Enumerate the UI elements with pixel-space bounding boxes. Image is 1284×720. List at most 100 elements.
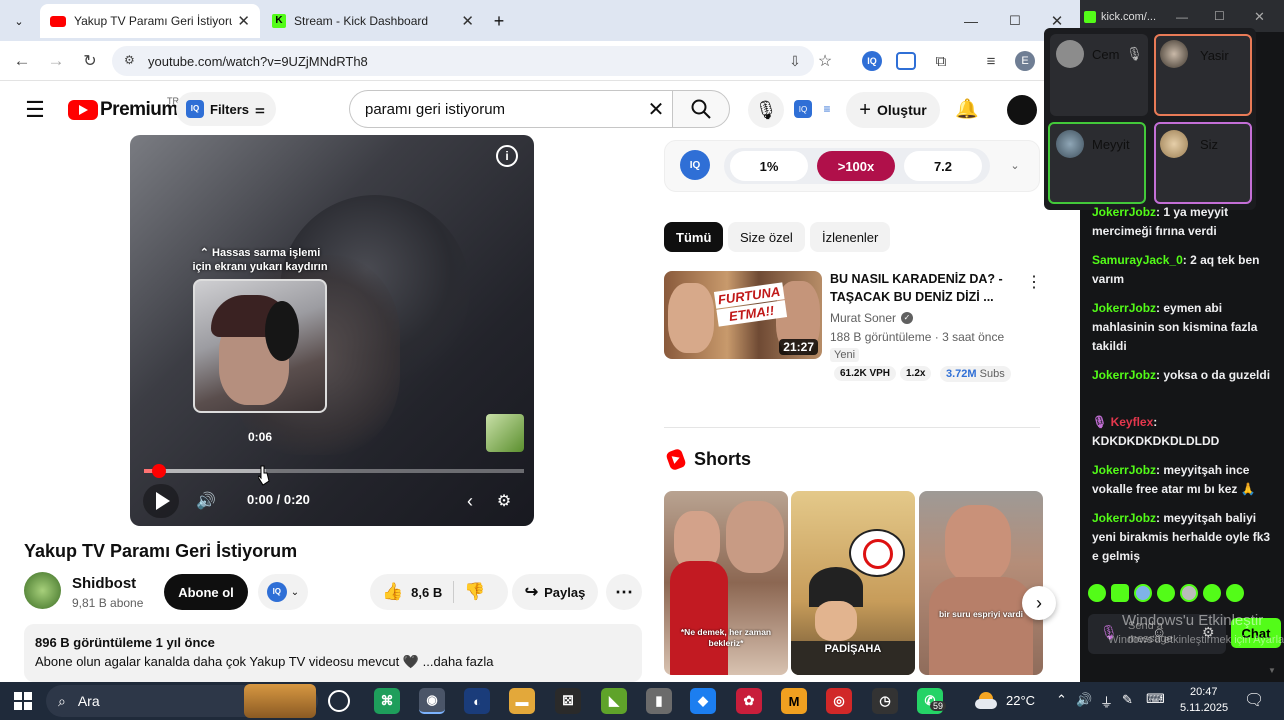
- clear-search-icon[interactable]: ✕: [644, 97, 668, 121]
- keyboard-icon[interactable]: ⌨: [1146, 691, 1165, 707]
- extension-screen-icon[interactable]: [896, 52, 916, 70]
- emote-icon[interactable]: [1226, 584, 1244, 602]
- create-button[interactable]: + Oluştur: [846, 92, 940, 128]
- volume-icon[interactable]: 🔊: [192, 488, 220, 514]
- chip-all[interactable]: Tümü: [664, 222, 724, 252]
- forward-arrow-icon[interactable]: →: [44, 50, 68, 72]
- volume-tray-icon[interactable]: 🔊: [1076, 692, 1092, 708]
- windows-start-icon[interactable]: [12, 691, 34, 711]
- short-item[interactable]: PADİŞAHA: [791, 491, 915, 675]
- bookmark-star-icon[interactable]: ☆: [814, 50, 836, 72]
- share-button[interactable]: ↪ Paylaş: [512, 574, 598, 610]
- subscribe-button[interactable]: Abone ol: [164, 574, 248, 610]
- tab-youtube[interactable]: Yakup TV Paramı Geri İstiyorum ✕: [40, 4, 260, 38]
- extension-iq-icon[interactable]: IQ: [862, 51, 882, 71]
- tray-chevron-icon[interactable]: ⌃: [1056, 692, 1067, 708]
- tab-search-chevron-icon[interactable]: ⌄: [8, 10, 30, 32]
- emote-icon[interactable]: [1157, 584, 1175, 602]
- emote-icon[interactable]: [1180, 584, 1198, 602]
- media-controls-icon[interactable]: ≡: [980, 50, 1002, 72]
- scroll-down-icon[interactable]: ▼: [1268, 666, 1276, 675]
- taskbar-chrome-icon[interactable]: ◉: [419, 688, 445, 714]
- cortana-icon[interactable]: [328, 690, 350, 712]
- popup-close-icon[interactable]: ✕: [1254, 9, 1265, 25]
- chevron-down-icon[interactable]: ⌄: [1006, 156, 1024, 174]
- notification-center-icon[interactable]: 🗨: [1244, 690, 1264, 710]
- taskbar-app-icon[interactable]: ◐: [464, 688, 490, 714]
- taskbar-app-icon[interactable]: ◎: [826, 688, 852, 714]
- clock-date[interactable]: 5.11.2025: [1180, 702, 1228, 714]
- popup-minimize-icon[interactable]: —: [1176, 10, 1188, 24]
- stat-pill-percent[interactable]: 1%: [730, 151, 808, 181]
- tab-close-icon[interactable]: ✕: [237, 12, 250, 30]
- info-icon[interactable]: i: [496, 145, 518, 167]
- taskbar-app-icon[interactable]: ◆: [690, 688, 716, 714]
- play-button[interactable]: [143, 484, 179, 518]
- iq-logo-icon[interactable]: IQ: [680, 150, 710, 180]
- voice-search-mic-icon[interactable]: 🎙: [748, 92, 784, 128]
- chip-watched[interactable]: İzlenenler: [810, 222, 891, 252]
- new-tab-icon[interactable]: +: [488, 10, 510, 32]
- description-box[interactable]: 896 B görüntüleme 1 yıl önce Abone olun …: [24, 624, 642, 682]
- iq-list-icon[interactable]: ≡: [818, 100, 836, 118]
- short-item[interactable]: *Ne demek, her zaman bekleriz*: [664, 491, 788, 675]
- caller-tile-yasir[interactable]: Yasir: [1154, 34, 1252, 116]
- back-arrow-icon[interactable]: ←: [10, 50, 34, 72]
- account-avatar[interactable]: [1007, 95, 1037, 125]
- rec-channel[interactable]: Murat Soner ✓: [830, 311, 914, 325]
- weather-icon[interactable]: [975, 690, 999, 712]
- short-item[interactable]: bir suru espriyi vardi: [919, 491, 1043, 675]
- chip-for-you[interactable]: Size özel: [728, 222, 805, 252]
- progress-bar[interactable]: [144, 469, 524, 473]
- tab-close-icon[interactable]: ✕: [461, 12, 474, 30]
- taskbar-app-icon[interactable]: ◷: [872, 688, 898, 714]
- stat-pill-score[interactable]: 7.2: [904, 151, 982, 181]
- iq-dropdown[interactable]: IQ ⌄: [258, 574, 308, 610]
- shorts-next-icon[interactable]: ›: [1022, 586, 1056, 620]
- popup-maximize-icon[interactable]: ☐: [1214, 9, 1225, 23]
- more-actions-icon[interactable]: ⋯: [606, 574, 642, 610]
- emote-icon[interactable]: [1111, 584, 1129, 602]
- taskbar-app-icon[interactable]: ⚄: [555, 688, 581, 714]
- taskbar-folder-icon[interactable]: ▬: [509, 688, 535, 714]
- taskbar-app-icon[interactable]: M: [781, 688, 807, 714]
- taskbar-app-icon[interactable]: ✿: [736, 688, 762, 714]
- caller-tile-cem[interactable]: Cem 🎙: [1050, 34, 1148, 116]
- reload-icon[interactable]: ↻: [78, 50, 102, 72]
- emote-icon[interactable]: [1203, 584, 1221, 602]
- caller-tile-self[interactable]: Siz: [1154, 122, 1252, 204]
- install-app-icon[interactable]: ⇩: [784, 50, 806, 72]
- taskbar-nvidia-icon[interactable]: ◣: [601, 688, 627, 714]
- profile-avatar[interactable]: E: [1015, 51, 1035, 71]
- rec-thumbnail[interactable]: FURTUNA ETMA!! 21:27: [664, 271, 822, 359]
- settings-gear-icon[interactable]: ⚙: [492, 488, 516, 514]
- taskbar-app-icon[interactable]: ⌘: [374, 688, 400, 714]
- extensions-puzzle-icon[interactable]: ⧉: [930, 50, 952, 72]
- youtube-logo-icon[interactable]: [68, 100, 98, 120]
- like-button[interactable]: 👍 8,6 B: [378, 574, 448, 610]
- search-input[interactable]: paramı geri istiyorum: [349, 90, 673, 128]
- iq-extension-icon[interactable]: IQ: [794, 100, 812, 118]
- hamburger-menu-icon[interactable]: ☰: [22, 97, 48, 123]
- filters-button[interactable]: IQ Filters ⚌: [176, 92, 276, 126]
- network-icon[interactable]: ⏚: [1100, 692, 1113, 711]
- stat-pill-outlier[interactable]: >100x: [817, 151, 895, 181]
- channel-name[interactable]: Shidbost: [72, 575, 136, 592]
- notifications-bell-icon[interactable]: 🔔: [954, 96, 980, 122]
- emote-icon[interactable]: [1134, 584, 1152, 602]
- window-minimize-icon[interactable]: —: [960, 10, 982, 32]
- thumbs-down-icon[interactable]: 👎: [460, 578, 490, 606]
- channel-avatar[interactable]: [24, 572, 61, 609]
- video-player[interactable]: [130, 135, 534, 526]
- rec-more-icon[interactable]: ⋮: [1024, 272, 1044, 292]
- url-field[interactable]: ⚙ youtube.com/watch?v=9UZjMNdRTh8: [112, 46, 814, 76]
- clock-time[interactable]: 20:47: [1190, 686, 1218, 698]
- window-maximize-icon[interactable]: ☐: [1004, 10, 1026, 32]
- emote-icon[interactable]: [1088, 584, 1106, 602]
- pen-icon[interactable]: ✎: [1122, 692, 1133, 708]
- channel-watermark[interactable]: [486, 414, 524, 452]
- search-button[interactable]: [672, 90, 730, 128]
- tab-kick-dashboard[interactable]: K Stream - Kick Dashboard ✕: [262, 4, 484, 38]
- site-info-icon[interactable]: ⚙: [124, 53, 135, 67]
- chevron-left-icon[interactable]: ‹: [458, 488, 482, 514]
